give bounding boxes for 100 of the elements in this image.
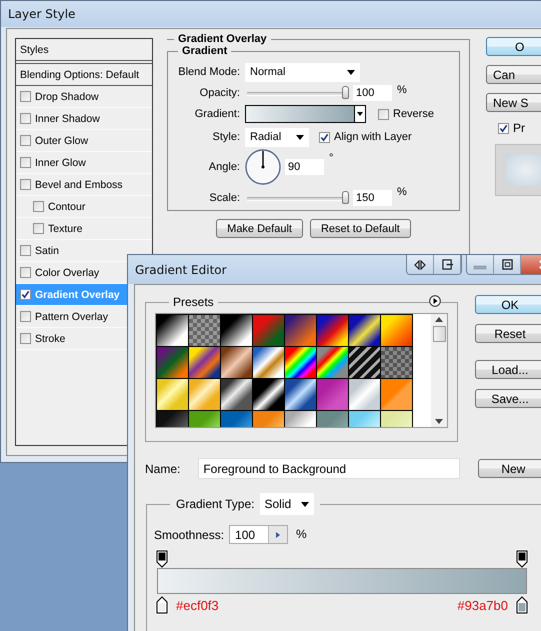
caret-icon xyxy=(300,502,308,506)
color-stop-icon[interactable] xyxy=(516,596,528,614)
scale-field[interactable]: 150 xyxy=(353,190,392,206)
style-label: Color Overlay xyxy=(35,266,100,278)
color-code: #93a7b0 xyxy=(457,598,508,612)
checkbox[interactable] xyxy=(20,245,31,256)
play-arrow-icon xyxy=(276,532,280,538)
field-label: Name: xyxy=(145,462,180,476)
new-button[interactable]: New xyxy=(478,459,541,478)
checkbox[interactable] xyxy=(20,267,31,278)
preset-swatch[interactable] xyxy=(381,347,412,378)
smoothness-field[interactable]: 100 xyxy=(229,525,288,544)
unit-label: % xyxy=(397,84,407,96)
preset-swatch[interactable] xyxy=(285,315,316,346)
angle-field[interactable]: 90 xyxy=(285,159,324,175)
gradient-type-dropdown[interactable]: Solid xyxy=(260,493,314,515)
style-label: Pattern Overlay xyxy=(35,310,108,322)
slider-thumb[interactable] xyxy=(342,191,349,204)
preset-swatch[interactable] xyxy=(317,347,348,378)
style-label: Gradient Overlay xyxy=(35,288,120,300)
slider-thumb[interactable] xyxy=(342,86,349,99)
field-label: Angle: xyxy=(208,161,240,173)
preset-swatch[interactable] xyxy=(221,347,252,378)
checkbox[interactable] xyxy=(20,289,31,300)
opacity-slider[interactable] xyxy=(247,85,347,101)
preset-swatch[interactable] xyxy=(189,347,220,378)
dialog-button[interactable]: Can xyxy=(486,65,541,84)
checkbox[interactable] xyxy=(319,132,330,142)
style-item[interactable]: Contour xyxy=(16,196,152,218)
style-item[interactable]: Drop Shadow xyxy=(16,86,152,108)
field-label: Scale: xyxy=(208,192,240,204)
scroll-up-icon[interactable] xyxy=(435,317,443,322)
style-label: Satin xyxy=(35,244,59,256)
dialog-button[interactable]: Reset xyxy=(475,324,541,343)
dialog-button[interactable]: New S xyxy=(486,93,541,112)
scroll-down-icon[interactable] xyxy=(435,419,443,424)
angle-dial[interactable] xyxy=(245,149,281,185)
checkbox-label: Pr xyxy=(513,121,525,135)
preset-swatch[interactable] xyxy=(189,379,220,410)
dialog-button[interactable]: Reset to Default xyxy=(310,219,411,238)
checkbox-label: Reverse xyxy=(393,108,434,120)
blend-mode-dropdown[interactable]: Normal xyxy=(245,62,360,82)
preset-swatch[interactable] xyxy=(317,315,348,346)
opacity-stop-icon[interactable] xyxy=(156,550,168,568)
checkbox[interactable] xyxy=(20,113,31,124)
preset-swatch[interactable] xyxy=(285,379,316,410)
dialog-button[interactable]: Load... xyxy=(475,360,541,379)
preset-swatch[interactable] xyxy=(349,315,380,346)
style-item[interactable]: Texture xyxy=(16,218,152,240)
checkbox[interactable] xyxy=(378,108,389,120)
preset-swatch[interactable] xyxy=(349,347,380,378)
window-icon[interactable] xyxy=(434,255,461,274)
preset-swatch[interactable] xyxy=(221,315,252,346)
maximize-icon[interactable] xyxy=(494,255,521,274)
color-code: #ecf0f3 xyxy=(176,598,219,612)
gradient-picker[interactable] xyxy=(245,105,366,123)
preset-swatch[interactable] xyxy=(381,315,412,346)
dialog-button[interactable]: Save... xyxy=(475,389,541,408)
style-item[interactable]: Inner Glow xyxy=(16,152,152,174)
preset-swatch[interactable] xyxy=(381,379,412,410)
style-item[interactable]: Inner Shadow xyxy=(16,108,152,130)
checkbox[interactable] xyxy=(498,122,509,134)
opacity-field[interactable]: 100 xyxy=(353,85,392,101)
checkbox[interactable] xyxy=(33,223,44,234)
scrollbar[interactable] xyxy=(431,314,447,427)
preset-swatch[interactable] xyxy=(157,315,188,346)
scroll-thumb[interactable] xyxy=(432,326,446,342)
preset-swatch[interactable] xyxy=(157,379,188,410)
preset-swatch[interactable] xyxy=(349,379,380,410)
swap-arrows-icon[interactable] xyxy=(407,255,434,274)
checkbox[interactable] xyxy=(20,135,31,146)
preset-swatch[interactable] xyxy=(253,379,284,410)
preset-swatch[interactable] xyxy=(285,347,316,378)
style-item[interactable]: Bevel and Emboss xyxy=(16,174,152,196)
checkbox-label: Align with Layer xyxy=(334,131,412,143)
color-stop-icon[interactable] xyxy=(156,596,168,614)
caret-icon xyxy=(296,134,304,140)
checkbox[interactable] xyxy=(20,311,31,322)
name-field[interactable]: Foreground to Background xyxy=(198,458,460,479)
dialog-button[interactable]: OK xyxy=(475,295,541,314)
scale-slider[interactable] xyxy=(247,190,347,206)
checkbox[interactable] xyxy=(20,333,31,344)
blending-options-item[interactable]: Blending Options: Default xyxy=(16,64,152,86)
style-item[interactable]: Outer Glow xyxy=(16,130,152,152)
preset-swatch[interactable] xyxy=(221,379,252,410)
checkbox[interactable] xyxy=(20,157,31,168)
style-dropdown[interactable]: Radial xyxy=(245,128,309,146)
dialog-button[interactable]: Make Default xyxy=(216,219,303,238)
checkbox[interactable] xyxy=(20,91,31,102)
preset-swatch[interactable] xyxy=(157,347,188,378)
checkbox[interactable] xyxy=(20,179,31,190)
opacity-stop-icon[interactable] xyxy=(516,550,528,568)
preset-swatch[interactable] xyxy=(253,315,284,346)
preset-swatch[interactable] xyxy=(317,379,348,410)
preset-swatch[interactable] xyxy=(189,315,220,346)
preset-swatch[interactable] xyxy=(253,347,284,378)
style-label: Bevel and Emboss xyxy=(35,178,123,190)
checkbox[interactable] xyxy=(33,201,44,212)
styles-header[interactable]: Styles xyxy=(16,39,152,64)
dialog-button[interactable]: O xyxy=(486,37,541,56)
